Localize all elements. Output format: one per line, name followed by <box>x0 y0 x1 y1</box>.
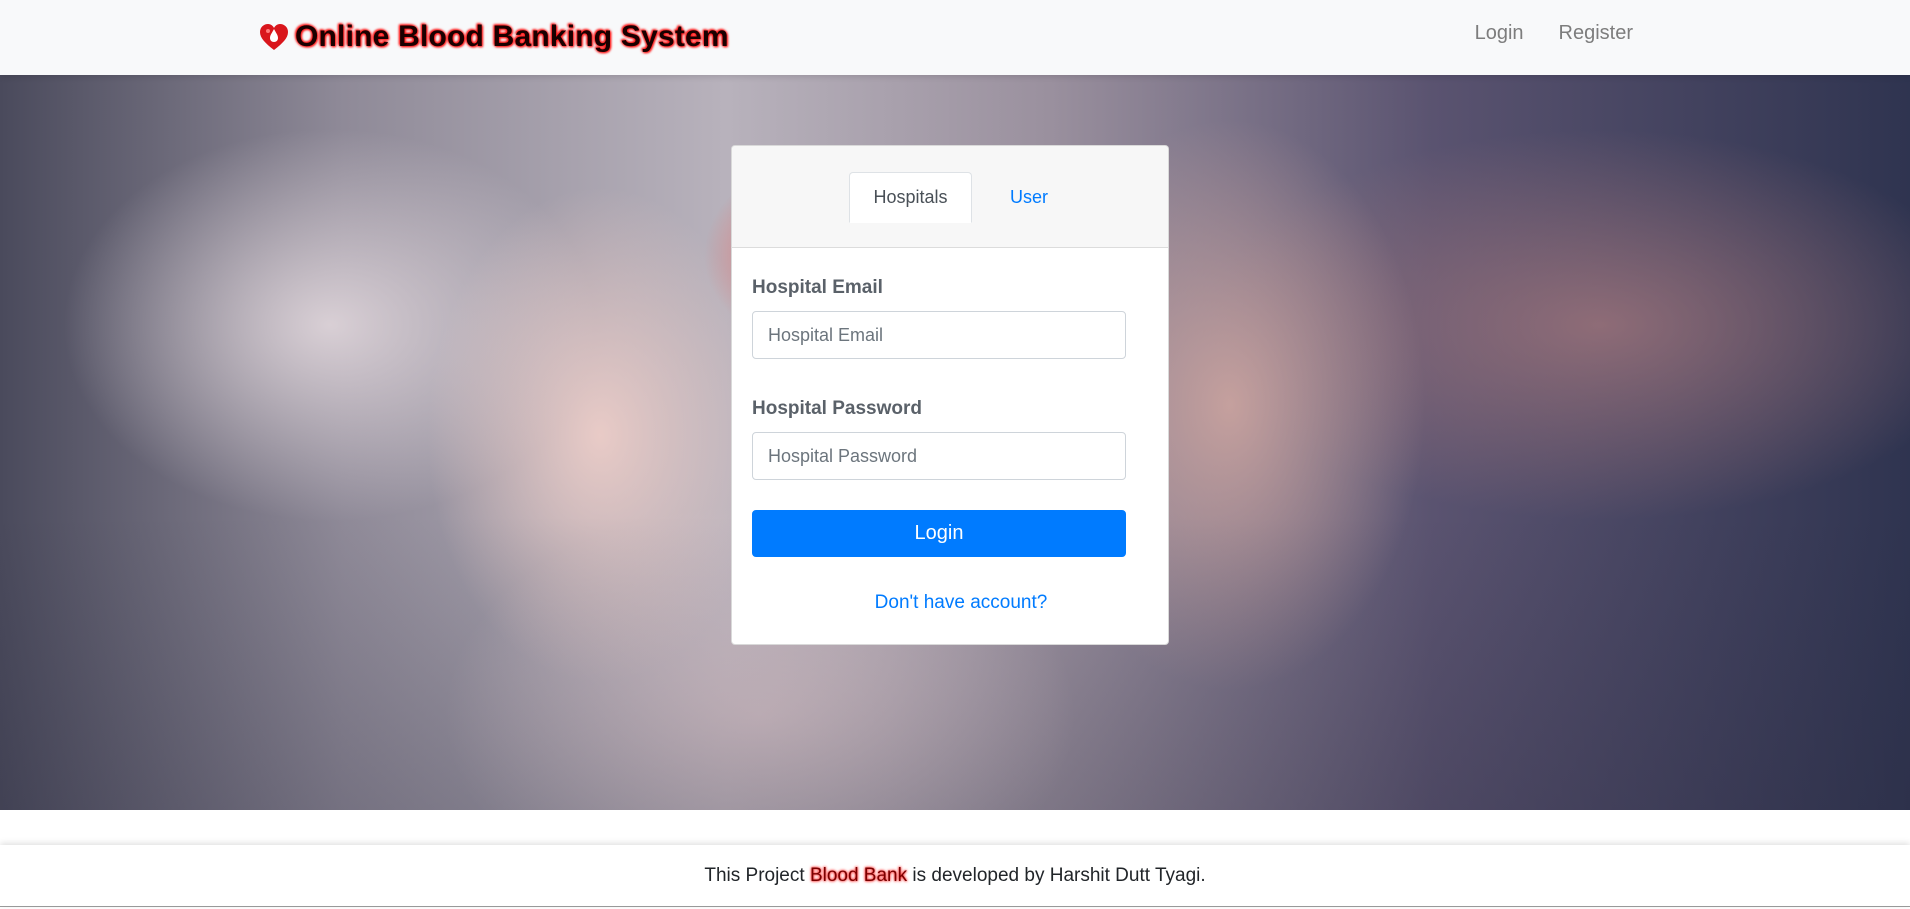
login-form: Hospital Email Hospital Password Login D… <box>732 277 1168 614</box>
navbar: Online Blood Banking System Login Regist… <box>0 0 1910 75</box>
brand[interactable]: Online Blood Banking System <box>257 16 729 58</box>
footer: This Project Blood Bank is developed by … <box>0 845 1910 907</box>
footer-suffix: is developed by Harshit Dutt Tyagi. <box>907 864 1206 886</box>
signup-link[interactable]: Don't have account? <box>752 592 1148 614</box>
tab-hospitals[interactable]: Hospitals <box>849 172 972 223</box>
footer-prefix: This Project <box>704 864 810 886</box>
email-field[interactable] <box>752 311 1126 359</box>
password-label: Hospital Password <box>752 398 922 419</box>
footer-highlight: Blood Bank <box>809 864 908 886</box>
login-button[interactable]: Login <box>752 510 1126 557</box>
brand-title: Online Blood Banking System <box>295 20 729 53</box>
nav-register-link[interactable]: Register <box>1559 22 1633 45</box>
email-label: Hospital Email <box>752 277 883 298</box>
login-tabs: Hospitals User <box>732 146 1168 248</box>
nav-login-link[interactable]: Login <box>1475 22 1524 45</box>
heart-drop-icon <box>257 20 291 54</box>
password-field[interactable] <box>752 432 1126 480</box>
login-card: Hospitals User Hospital Email Hospital P… <box>731 145 1169 645</box>
nav-links: Login Register <box>1475 22 1633 45</box>
tab-user[interactable]: User <box>988 172 1070 223</box>
